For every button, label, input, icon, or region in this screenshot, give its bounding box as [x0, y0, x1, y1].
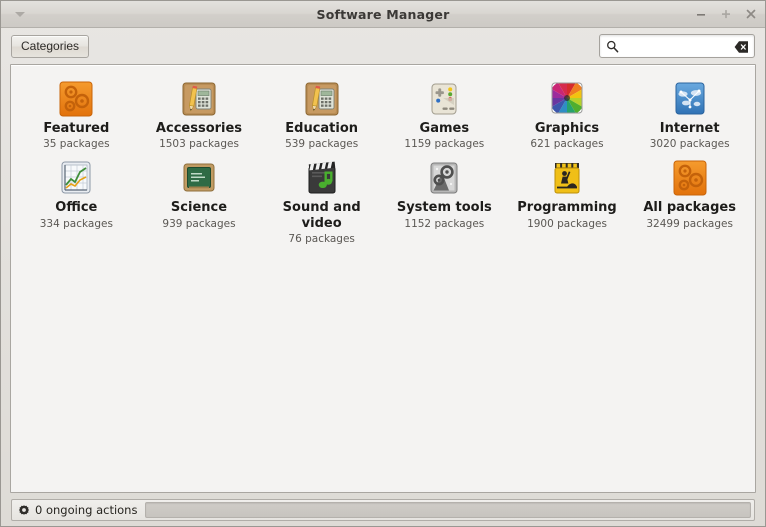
progress-bar [145, 501, 751, 518]
category-count: 76 packages [288, 233, 355, 246]
category-label: Games [419, 121, 470, 136]
maximize-button[interactable] [719, 7, 733, 21]
minimize-button[interactable] [694, 7, 708, 21]
titlebar: Software Manager [1, 1, 765, 28]
construction-sign-icon [548, 159, 586, 197]
category-count: 334 packages [39, 217, 113, 230]
categories-grid: Featured 35 packages Accessories 1503 pa… [11, 65, 755, 249]
window-controls [694, 1, 758, 27]
category-count: 1503 packages [159, 138, 239, 151]
gear-icon [17, 503, 31, 517]
close-button[interactable] [744, 7, 758, 21]
statusbar: 0 ongoing actions [1, 493, 765, 526]
window-title: Software Manager [316, 6, 450, 22]
status-text: 0 ongoing actions [35, 502, 138, 517]
window-menu-button[interactable] [9, 1, 31, 27]
category-count: 1159 packages [404, 138, 485, 151]
category-count: 1900 packages [527, 217, 607, 230]
category-count: 1152 packages [404, 217, 485, 230]
category-item-programming[interactable]: Programming 1900 packages [506, 154, 629, 233]
category-item-system-tools[interactable]: System tools 1152 packages [383, 154, 506, 233]
categories-panel: Featured 35 packages Accessories 1503 pa… [10, 64, 756, 493]
software-manager-window: Software Manager Categories Featured 35 … [0, 0, 766, 527]
category-label: All packages [643, 200, 736, 216]
category-item-science[interactable]: Science 939 packages [138, 154, 261, 233]
category-label: Sound and video [282, 200, 361, 231]
category-label: System tools [396, 200, 492, 216]
category-item-featured[interactable]: Featured 35 packages [15, 75, 138, 154]
search-box[interactable] [599, 34, 755, 58]
category-label: Graphics [534, 121, 600, 136]
category-count: 32499 packages [646, 217, 733, 230]
search-icon [605, 39, 620, 54]
category-label: Featured [43, 121, 110, 136]
category-count: 939 packages [162, 217, 236, 230]
category-label: Programming [517, 200, 617, 216]
color-wheel-icon [548, 80, 586, 118]
category-item-office[interactable]: Office 334 packages [15, 154, 138, 233]
calculator-pencil-icon [303, 80, 341, 118]
toolbar: Categories [1, 28, 765, 64]
category-item-games[interactable]: Games 1159 packages [383, 75, 506, 154]
globe-network-icon [671, 80, 709, 118]
category-label: Accessories [155, 121, 243, 136]
category-count: 621 packages [530, 138, 604, 151]
category-item-sound-and-video[interactable]: Sound and video 76 packages [260, 154, 383, 249]
gears-orange-icon [671, 159, 709, 197]
category-count: 3020 packages [649, 138, 730, 151]
category-label: Internet [659, 121, 720, 136]
category-item-graphics[interactable]: Graphics 621 packages [506, 75, 629, 154]
category-item-accessories[interactable]: Accessories 1503 packages [138, 75, 261, 154]
status-inner: 0 ongoing actions [11, 498, 755, 521]
category-item-internet[interactable]: Internet 3020 packages [628, 75, 751, 154]
category-item-all-packages[interactable]: All packages 32499 packages [628, 154, 751, 233]
chalkboard-icon [180, 159, 218, 197]
clear-text-icon[interactable] [734, 39, 749, 53]
calculator-pencil-icon [180, 80, 218, 118]
search-input[interactable] [620, 39, 734, 53]
category-label: Office [55, 200, 98, 216]
category-count: 35 packages [43, 138, 110, 151]
categories-button[interactable]: Categories [11, 34, 90, 58]
category-count: 539 packages [285, 138, 359, 151]
clapperboard-music-icon [303, 159, 341, 197]
category-label: Education [285, 121, 359, 136]
chevron-down-icon [15, 11, 25, 17]
category-label: Science [170, 200, 228, 216]
gamepad-icon [425, 80, 463, 118]
chart-graph-icon [57, 159, 95, 197]
category-item-education[interactable]: Education 539 packages [260, 75, 383, 154]
system-gears-icon [425, 159, 463, 197]
gears-orange-icon [57, 80, 95, 118]
